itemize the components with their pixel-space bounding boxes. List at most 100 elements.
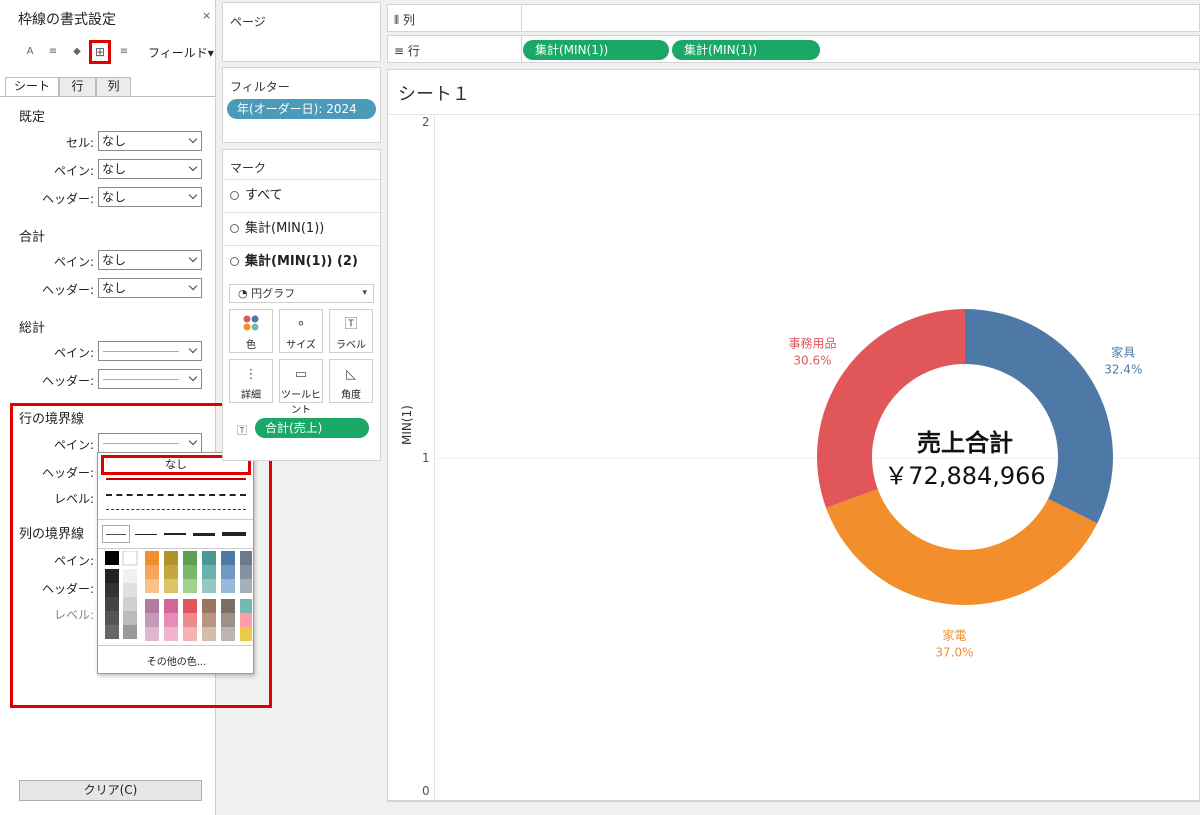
color-dots-icon: [230, 314, 272, 336]
marks-row-label: 集計(MIN(1)) (2): [245, 254, 358, 269]
columns-icon: ⫴: [394, 13, 403, 27]
button-label: サイズ: [286, 340, 316, 351]
pie-mark-icon: [230, 191, 239, 200]
chevron-down-icon: [188, 253, 198, 263]
label-field-pill[interactable]: 合計(売上): [255, 418, 369, 438]
detail-icon: ⋮: [244, 367, 258, 382]
shelf-divider: [521, 36, 522, 62]
chevron-down-icon: [188, 372, 198, 382]
lines-format-icon[interactable]: ≡: [116, 44, 132, 60]
tab-sheet[interactable]: シート: [5, 77, 59, 97]
button-label: ツールヒント: [281, 390, 321, 416]
pages-card-title: ページ: [230, 15, 266, 29]
font-format-icon[interactable]: A: [22, 44, 38, 60]
marks-row-min1-2[interactable]: 集計(MIN(1)) (2): [223, 245, 380, 277]
line-style-preview: [103, 379, 179, 380]
default-header-dropdown[interactable]: なし: [98, 187, 202, 207]
dropdown-value: なし: [102, 162, 127, 176]
dropdown-value: なし: [102, 190, 127, 204]
label-button[interactable]: 🅃 ラベル: [329, 309, 373, 353]
rows-shelf-label: ≡ 行: [394, 42, 420, 59]
clear-button[interactable]: クリア(C): [19, 780, 202, 801]
tooltip-icon: ▭: [294, 367, 308, 382]
default-pane-dropdown[interactable]: なし: [98, 159, 202, 179]
chevron-down-icon: [188, 281, 198, 291]
chevron-down-icon: [188, 134, 198, 144]
slice-percent-label: 32.4%: [1104, 362, 1142, 376]
dropdown-value: なし: [102, 253, 127, 267]
columns-shelf-label: ⫴ 列: [394, 11, 415, 28]
columns-shelf[interactable]: ⫴ 列: [387, 4, 1200, 32]
tab-columns[interactable]: 列: [96, 77, 131, 96]
pane-label: ペイン:: [53, 255, 94, 269]
section-grand-total-title: 総計: [19, 321, 46, 336]
donut-center-title: 売上合計: [917, 429, 1013, 457]
detail-button[interactable]: ⋮ 詳細: [229, 359, 273, 403]
pages-card[interactable]: ページ: [222, 2, 381, 62]
chevron-down-icon: [188, 162, 198, 172]
color-button[interactable]: 色: [229, 309, 273, 353]
alignment-format-icon[interactable]: ≡: [45, 44, 61, 60]
grand-total-header-dropdown[interactable]: [98, 369, 202, 389]
dropdown-value: なし: [102, 134, 127, 148]
marks-card: マーク すべて 集計(MIN(1)) 集計(MIN(1)) (2) ◔ 円グラフ…: [222, 149, 381, 461]
pane-label: ペイン:: [53, 346, 94, 360]
pane-label: ペイン:: [53, 164, 94, 178]
close-icon[interactable]: ×: [202, 9, 211, 22]
total-pane-dropdown[interactable]: なし: [98, 250, 202, 270]
slice-label: 事務用品: [788, 337, 836, 351]
worksheet-view: シート１ 2 1 0 MIN(1) 家具 32.4% 家電 37.0% 事務用品 30.6…: [387, 69, 1200, 801]
pie-slice[interactable]: [826, 489, 1098, 605]
total-header-dropdown[interactable]: なし: [98, 278, 202, 298]
tab-rows[interactable]: 行: [59, 77, 96, 96]
slice-label: 家具: [1111, 344, 1135, 359]
row-pill-2[interactable]: 集計(MIN(1)): [672, 40, 820, 60]
field-dropdown[interactable]: フィールド▾: [148, 44, 214, 61]
size-button[interactable]: ⚬ サイズ: [279, 309, 323, 353]
shading-format-icon[interactable]: ◆: [69, 44, 85, 60]
mark-type-value: 円グラフ: [251, 287, 296, 300]
grand-total-pane-dropdown[interactable]: [98, 341, 202, 361]
rows-icon: ≡: [394, 44, 408, 58]
button-label: 色: [246, 340, 256, 351]
donut-center-value: ￥72,884,966: [884, 462, 1045, 490]
dropdown-value: なし: [102, 281, 127, 295]
chevron-down-icon: ▾: [362, 288, 367, 298]
row-pill-1[interactable]: 集計(MIN(1)): [523, 40, 669, 60]
rows-shelf-text: 行: [407, 44, 420, 58]
borders-format-icon[interactable]: ⊞: [89, 40, 111, 64]
chevron-down-icon: [188, 344, 198, 354]
button-label: 詳細: [241, 390, 261, 401]
mark-type-dropdown[interactable]: ◔ 円グラフ ▾: [229, 284, 374, 303]
marks-card-title: マーク: [230, 161, 267, 175]
slice-percent-label: 30.6%: [793, 354, 831, 368]
rows-shelf[interactable]: ≡ 行 集計(MIN(1)) 集計(MIN(1)): [387, 35, 1200, 63]
angle-button[interactable]: ◺ 角度: [329, 359, 373, 403]
header-label: ヘッダー:: [41, 192, 94, 206]
pie-slice[interactable]: [965, 309, 1113, 524]
marks-row-label: すべて: [245, 188, 283, 203]
marks-row-label: 集計(MIN(1)): [245, 221, 325, 236]
line-style-preview: [103, 351, 179, 352]
slice-label: 家電: [942, 628, 966, 643]
text-label-icon: 🅃: [344, 317, 358, 332]
tab-divider: [0, 96, 215, 97]
filters-card[interactable]: フィルター 年(オーダー日): 2024: [222, 67, 381, 143]
size-icon: ⚬: [295, 317, 307, 332]
button-label: 角度: [341, 390, 361, 401]
marks-row-all[interactable]: すべて: [223, 179, 380, 211]
pane-title: 枠線の書式設定: [18, 12, 116, 28]
filter-pill[interactable]: 年(オーダー日): 2024: [227, 99, 376, 119]
pie-mark-icon: [230, 257, 239, 266]
button-label: ラベル: [336, 340, 366, 351]
angle-icon: ◺: [346, 367, 356, 382]
donut-chart[interactable]: 家具 32.4% 家電 37.0% 事務用品 30.6% 売上合計 ￥72,884,966: [388, 70, 1199, 800]
header-label: ヘッダー:: [41, 283, 94, 297]
slice-percent-label: 37.0%: [935, 646, 973, 660]
text-label-icon: 🅃: [237, 426, 247, 437]
section-total-title: 合計: [19, 230, 46, 245]
header-label: ヘッダー:: [41, 374, 94, 388]
default-cell-dropdown[interactable]: なし: [98, 131, 202, 151]
marks-row-min1[interactable]: 集計(MIN(1)): [223, 212, 380, 244]
tooltip-button[interactable]: ▭ ツールヒント: [279, 359, 323, 416]
